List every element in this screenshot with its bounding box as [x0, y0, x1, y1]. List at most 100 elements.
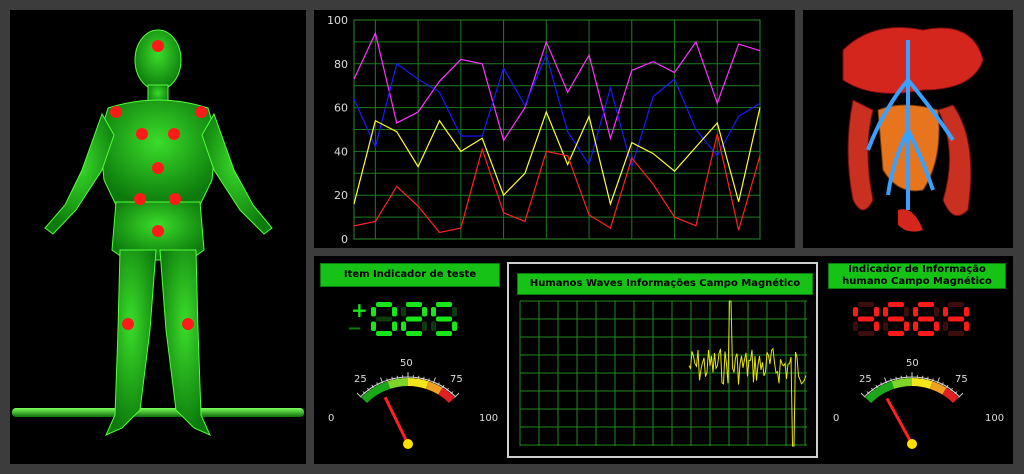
gauge-tick: [860, 392, 866, 398]
series-line-2: [353, 107, 761, 207]
led-segment: [371, 321, 376, 331]
led-segment: [904, 321, 909, 331]
led-display-left: [371, 302, 457, 336]
led-segment: [904, 307, 909, 317]
led-segment: [858, 316, 874, 322]
led-segment: [376, 316, 392, 322]
gauge-hub: [907, 439, 917, 449]
led-segment: [401, 307, 406, 317]
gauge-right-label-50: 50: [906, 358, 919, 369]
led-segment: [948, 331, 964, 336]
led-segment: [401, 321, 406, 331]
led-segment: [913, 307, 918, 317]
gauge-tick: [427, 378, 430, 382]
gauge-band: [407, 378, 429, 389]
led-segment: [948, 302, 964, 307]
gauge-left-label-50: 50: [400, 358, 413, 369]
gauge-needle: [885, 397, 914, 445]
gauge-tick: [958, 392, 964, 398]
minus-sign: −: [347, 318, 362, 339]
led-segment: [371, 307, 376, 317]
gauge-tick: [356, 392, 362, 398]
gauge-right: [860, 372, 964, 449]
led-segment: [392, 321, 397, 331]
led-segment: [913, 321, 918, 331]
led-segment: [964, 321, 969, 331]
right-title-line1: Indicador de Informação: [848, 264, 986, 275]
led-segment: [918, 316, 934, 322]
led-segment: [422, 307, 427, 317]
led-segment: [431, 307, 436, 317]
led-segment: [874, 307, 879, 317]
gauge-band: [891, 378, 913, 389]
led-segment: [853, 307, 858, 317]
y-tick-label: 60: [334, 102, 348, 115]
gauge-left-label-0: 0: [328, 413, 335, 424]
organ-panel: [803, 10, 1013, 248]
led-segment: [431, 321, 436, 331]
gauge-left-label-75: 75: [450, 374, 463, 385]
led-segment: [934, 307, 939, 317]
led-segment: [436, 316, 452, 322]
led-segment: [888, 331, 904, 336]
waves-title: Humanos Waves Informações Campo Magnétic…: [517, 273, 813, 295]
led-segment: [436, 331, 452, 336]
led-segment: [376, 302, 392, 307]
led-segment: [392, 307, 397, 317]
gauge-tick: [895, 376, 898, 380]
gauge-tick: [391, 376, 394, 380]
led-segment: [858, 331, 874, 336]
led-segment: [964, 307, 969, 317]
led-segment: [858, 302, 874, 307]
gauge-tick: [926, 376, 929, 380]
organs-illustration: [842, 27, 984, 232]
series-line-0: [353, 31, 761, 142]
gauge-left-label-25: 25: [354, 374, 367, 385]
led-segment: [883, 307, 888, 317]
gauge-band: [911, 378, 933, 389]
gauge-left: [356, 372, 460, 449]
gauge-right-label-25: 25: [859, 374, 872, 385]
series-line-1: [353, 53, 761, 169]
led-segment: [376, 331, 392, 336]
led-display-right: [853, 302, 969, 336]
led-segment: [406, 302, 422, 307]
gauge-tick: [931, 378, 934, 382]
gauge-band: [929, 381, 947, 395]
led-segment: [934, 321, 939, 331]
y-tick-label: 0: [341, 233, 348, 246]
gauge-band: [865, 381, 895, 404]
led-segment: [918, 331, 934, 336]
y-tick-label: 40: [334, 145, 348, 158]
y-tick-label: 100: [327, 14, 348, 27]
floor-glow: [12, 408, 304, 417]
gauge-tick: [890, 378, 893, 382]
led-segment: [888, 302, 904, 307]
right-title-line2: humano Campo Magnético: [842, 276, 992, 287]
led-segment: [883, 321, 888, 331]
gauge-hub: [403, 439, 413, 449]
human-body-figure: [12, 29, 304, 436]
led-segment: [452, 307, 457, 317]
gauge-needle: [383, 396, 410, 445]
gauge-right-label-100: 100: [985, 413, 1005, 424]
y-tick-label: 20: [334, 189, 348, 202]
gauge-right-label-75: 75: [955, 374, 968, 385]
led-segment: [918, 302, 934, 307]
led-segment: [874, 321, 879, 331]
line-chart-panel: 0 20 40 60 80 100: [314, 10, 795, 248]
led-segment: [406, 331, 422, 336]
led-segment: [853, 321, 858, 331]
body-scan-panel: [10, 10, 306, 464]
gauge-band: [387, 378, 409, 389]
gauge-band: [425, 381, 443, 395]
led-segment: [436, 302, 452, 307]
series-line-3: [353, 133, 761, 234]
y-tick-label: 80: [334, 58, 348, 71]
gauge-tick: [386, 378, 389, 382]
right-indicator-title: Indicador de Informação humano Campo Mag…: [828, 263, 1006, 289]
led-segment: [943, 307, 948, 317]
led-segment: [452, 321, 457, 331]
gauge-tick: [422, 376, 425, 380]
line-chart: 0 20 40 60 80 100: [327, 14, 761, 246]
